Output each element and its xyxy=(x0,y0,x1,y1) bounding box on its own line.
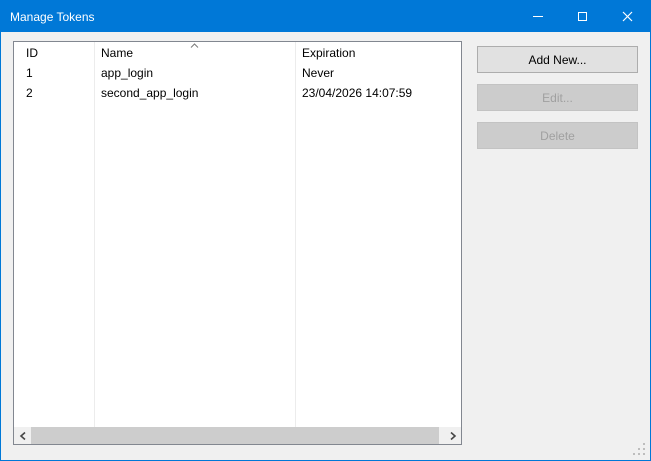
sort-ascending-icon xyxy=(190,43,199,48)
cell-name: app_login xyxy=(101,66,154,80)
cell-name: second_app_login xyxy=(101,86,199,100)
chevron-left-icon xyxy=(19,431,26,440)
delete-button[interactable]: Delete xyxy=(477,122,638,149)
titlebar: Manage Tokens xyxy=(1,1,650,32)
maximize-icon xyxy=(578,12,587,21)
minimize-icon xyxy=(532,16,543,17)
list-body: 1 app_login Never 2 second_app_login 23/… xyxy=(14,63,461,103)
maximize-button[interactable] xyxy=(560,1,605,32)
cell-id: 1 xyxy=(26,66,33,80)
token-list: ID Name Expiration 1 app_login Never 2 s… xyxy=(13,41,462,445)
column-header-expiration[interactable]: Expiration xyxy=(295,42,461,63)
horizontal-scrollbar[interactable] xyxy=(14,427,461,444)
close-icon xyxy=(622,11,633,22)
add-new-button[interactable]: Add New... xyxy=(477,46,638,73)
table-row[interactable]: 1 app_login Never xyxy=(14,63,461,83)
caption-buttons xyxy=(515,1,650,32)
cell-expiration: 23/04/2026 14:07:59 xyxy=(302,86,413,100)
scroll-right-button[interactable] xyxy=(444,427,461,444)
minimize-button[interactable] xyxy=(515,1,560,32)
scrollbar-thumb[interactable] xyxy=(31,427,439,444)
table-row[interactable]: 2 second_app_login 23/04/2026 14:07:59 xyxy=(14,83,461,103)
cell-id: 2 xyxy=(26,86,33,100)
column-header-id[interactable]: ID xyxy=(14,42,94,63)
close-button[interactable] xyxy=(605,1,650,32)
window-title: Manage Tokens xyxy=(10,9,95,24)
chevron-right-icon xyxy=(449,431,456,440)
edit-button[interactable]: Edit... xyxy=(477,84,638,111)
cell-expiration: Never xyxy=(302,66,335,80)
scroll-left-button[interactable] xyxy=(14,427,31,444)
list-header: ID Name Expiration xyxy=(14,42,461,63)
resize-grip[interactable] xyxy=(633,443,646,456)
manage-tokens-window: Manage Tokens ID Name Expiration 1 app_l… xyxy=(0,0,651,461)
